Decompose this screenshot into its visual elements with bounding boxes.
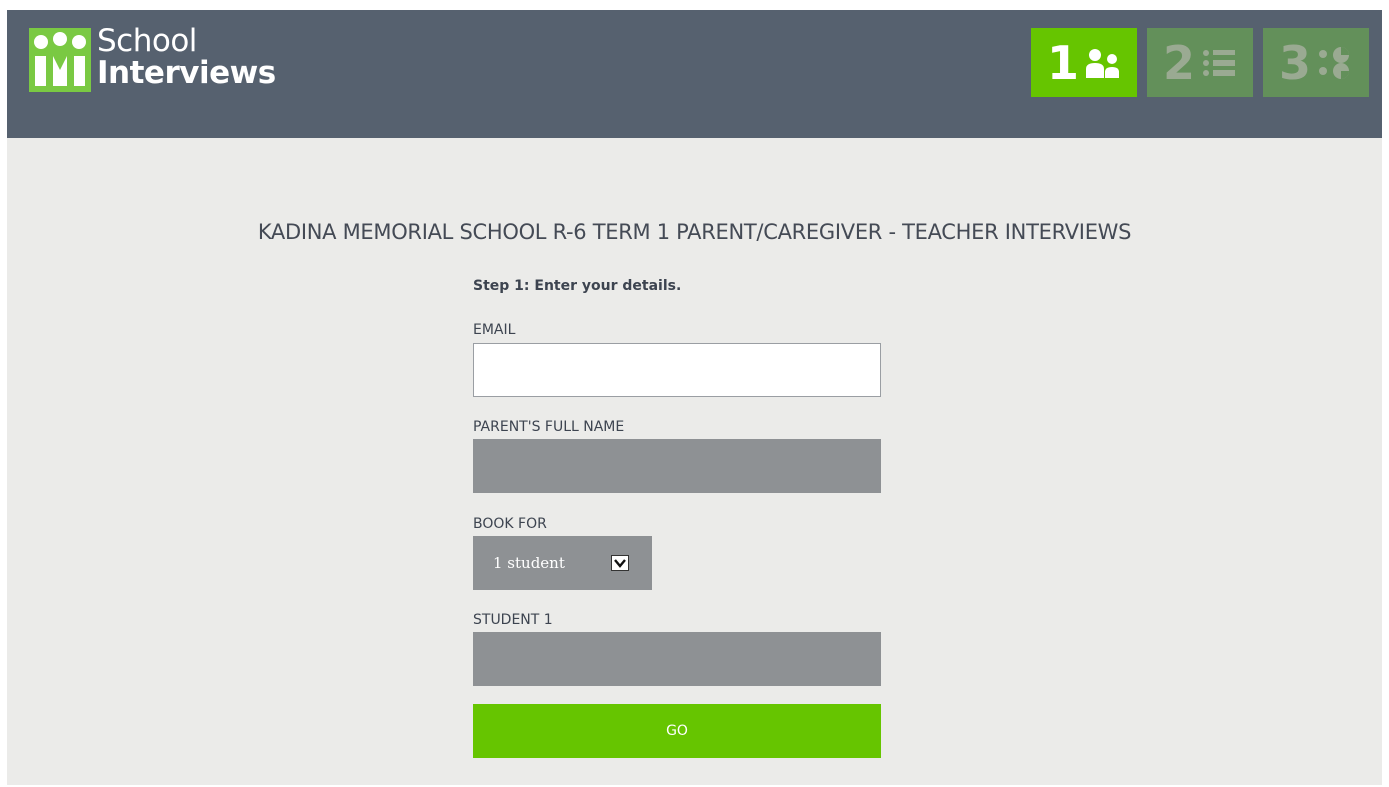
step-caption: Step 1: Enter your details. — [473, 278, 682, 294]
page-title: KADINA MEMORIAL SCHOOL R-6 TERM 1 PARENT… — [257, 220, 1132, 244]
student-1-label: STUDENT 1 — [473, 612, 553, 628]
people-logo-icon — [25, 24, 95, 96]
logo[interactable]: School Interviews — [25, 24, 276, 104]
brand-line1: School — [97, 23, 197, 59]
brand-line2: Interviews — [97, 55, 276, 91]
step-indicator: 1 2 3 — [1031, 28, 1369, 97]
brand-name: School Interviews — [97, 24, 276, 89]
step-number: 1 — [1046, 35, 1079, 90]
parent-name-label: PARENT'S FULL NAME — [473, 419, 625, 435]
parent-name-field[interactable] — [473, 439, 881, 493]
list-icon — [1203, 49, 1235, 76]
email-field[interactable] — [473, 343, 881, 397]
go-button[interactable]: GO — [473, 704, 881, 758]
step-2[interactable]: 2 — [1147, 28, 1253, 97]
email-label: EMAIL — [473, 322, 516, 338]
student-1-field[interactable] — [473, 632, 881, 686]
details-form: Step 1: Enter your details. EMAIL PARENT… — [473, 278, 881, 758]
chevron-down-icon[interactable] — [611, 555, 629, 571]
people-icon — [1086, 48, 1119, 78]
page-frame: School Interviews 1 2 3 KADINA MEMORIAL … — [7, 10, 1382, 785]
step-number: 3 — [1278, 35, 1311, 90]
pie-chart-icon — [1319, 46, 1349, 79]
step-number: 2 — [1162, 35, 1195, 90]
step-3[interactable]: 3 — [1263, 28, 1369, 97]
header: School Interviews 1 2 3 — [7, 10, 1382, 138]
book-for-value: 1 student — [493, 554, 565, 572]
book-for-label: BOOK FOR — [473, 516, 547, 532]
step-1[interactable]: 1 — [1031, 28, 1137, 97]
book-for-select[interactable]: 1 student — [473, 536, 652, 590]
